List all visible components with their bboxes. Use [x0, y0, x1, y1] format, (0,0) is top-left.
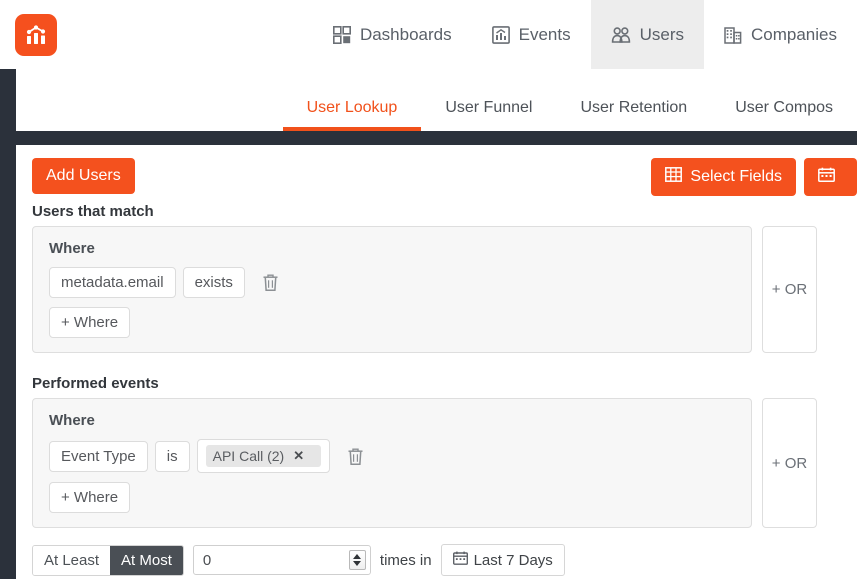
- sub-tab-bar: User Lookup User Funnel User Retention U…: [16, 69, 857, 131]
- add-users-label: Add Users: [46, 167, 121, 184]
- grid-icon: [332, 25, 351, 44]
- table-icon: [665, 167, 683, 187]
- nav-item-label: Dashboards: [359, 24, 452, 44]
- event-frequency-row: At Least At Most 0 times in Last 7 Days: [32, 544, 857, 576]
- nav-item-dashboards[interactable]: Dashboards: [313, 0, 472, 69]
- field-select[interactable]: metadata.email: [49, 267, 176, 298]
- users-icon: [611, 26, 631, 44]
- at-least-option[interactable]: At Least: [33, 545, 111, 575]
- close-icon[interactable]: ✕: [293, 448, 304, 464]
- performed-events-title: Performed events: [32, 375, 159, 392]
- calendar-icon: [452, 551, 468, 569]
- select-fields-label: Select Fields: [690, 168, 782, 185]
- date-range-label: Last 7 Days: [473, 551, 553, 569]
- quantity-stepper[interactable]: [348, 550, 366, 570]
- add-where-button[interactable]: + Where: [49, 307, 131, 338]
- performed-events-where-group: Where Event Type is API Call (2) ✕ + Whe…: [32, 398, 752, 528]
- nav-item-label: Events: [518, 24, 571, 44]
- users-match-where-group: Where metadata.email exists + Where: [32, 226, 752, 353]
- top-navigation-bar: Dashboards Events Users Companies: [0, 0, 857, 69]
- frequency-count-input[interactable]: 0: [192, 545, 371, 575]
- user-lookup-panel: Add Users Select Fields Users that match…: [16, 145, 857, 579]
- trash-icon[interactable]: [347, 447, 364, 466]
- tab-label: User Funnel: [445, 99, 533, 116]
- panel-toolbar: Add Users Select Fields: [16, 145, 857, 201]
- field-select[interactable]: Event Type: [49, 440, 148, 472]
- nav-item-label: Companies: [751, 24, 837, 44]
- condition-row: Event Type is API Call (2) ✕: [49, 439, 735, 473]
- date-range-button[interactable]: [804, 158, 857, 196]
- operator-select[interactable]: exists: [182, 267, 245, 298]
- tab-label: User Lookup: [306, 99, 398, 116]
- toolbar-right-actions: Select Fields: [651, 158, 857, 196]
- select-fields-button[interactable]: Select Fields: [651, 158, 796, 196]
- tab-user-funnel[interactable]: User Funnel: [421, 100, 556, 131]
- trash-icon[interactable]: [262, 273, 279, 292]
- at-most-option[interactable]: At Most: [110, 545, 183, 575]
- chart-line-icon: [491, 25, 510, 44]
- nav-item-companies[interactable]: Companies: [704, 0, 857, 69]
- value-multiselect[interactable]: API Call (2) ✕: [196, 439, 330, 473]
- nav-item-users[interactable]: Users: [590, 0, 704, 69]
- frequency-toggle: At Least At Most: [32, 544, 184, 576]
- building-icon: [724, 26, 742, 44]
- stepper-up-icon[interactable]: [353, 554, 362, 559]
- tab-user-lookup[interactable]: User Lookup: [282, 99, 422, 131]
- calendar-icon: [818, 167, 835, 187]
- performed-events-group-row: Where Event Type is API Call (2) ✕ + Whe…: [32, 398, 857, 528]
- tab-user-retention[interactable]: User Retention: [556, 100, 711, 131]
- where-heading: Where: [49, 412, 95, 429]
- tab-label: User Compos: [735, 99, 833, 116]
- stepper-down-icon[interactable]: [353, 561, 362, 566]
- top-nav-items: Dashboards Events Users Companies: [192, 0, 857, 69]
- value-token: API Call (2) ✕: [205, 445, 321, 467]
- value-token-label: API Call (2): [212, 448, 285, 464]
- nav-item-events[interactable]: Events: [472, 0, 591, 69]
- times-in-label: times in: [379, 551, 432, 569]
- users-match-group-row: Where metadata.email exists + Where + OR: [32, 226, 857, 353]
- add-or-group-button[interactable]: + OR: [762, 226, 817, 353]
- add-where-button[interactable]: + Where: [49, 482, 131, 513]
- logo-container[interactable]: [0, 0, 72, 69]
- tab-label: User Retention: [580, 99, 688, 116]
- condition-row: metadata.email exists: [49, 267, 735, 298]
- nav-item-label: Users: [639, 24, 684, 44]
- page-root: Dashboards Events Users Companies User L…: [0, 0, 857, 579]
- where-heading: Where: [49, 240, 95, 257]
- add-users-button[interactable]: Add Users: [32, 158, 135, 194]
- frequency-count-value: 0: [202, 551, 212, 569]
- tab-user-composition[interactable]: User Compos: [711, 100, 857, 131]
- date-range-select[interactable]: Last 7 Days: [440, 544, 565, 576]
- chart-m-logo-icon[interactable]: [15, 13, 57, 56]
- operator-select[interactable]: is: [154, 440, 190, 472]
- users-match-title: Users that match: [32, 203, 154, 220]
- add-or-group-button[interactable]: + OR: [762, 398, 817, 528]
